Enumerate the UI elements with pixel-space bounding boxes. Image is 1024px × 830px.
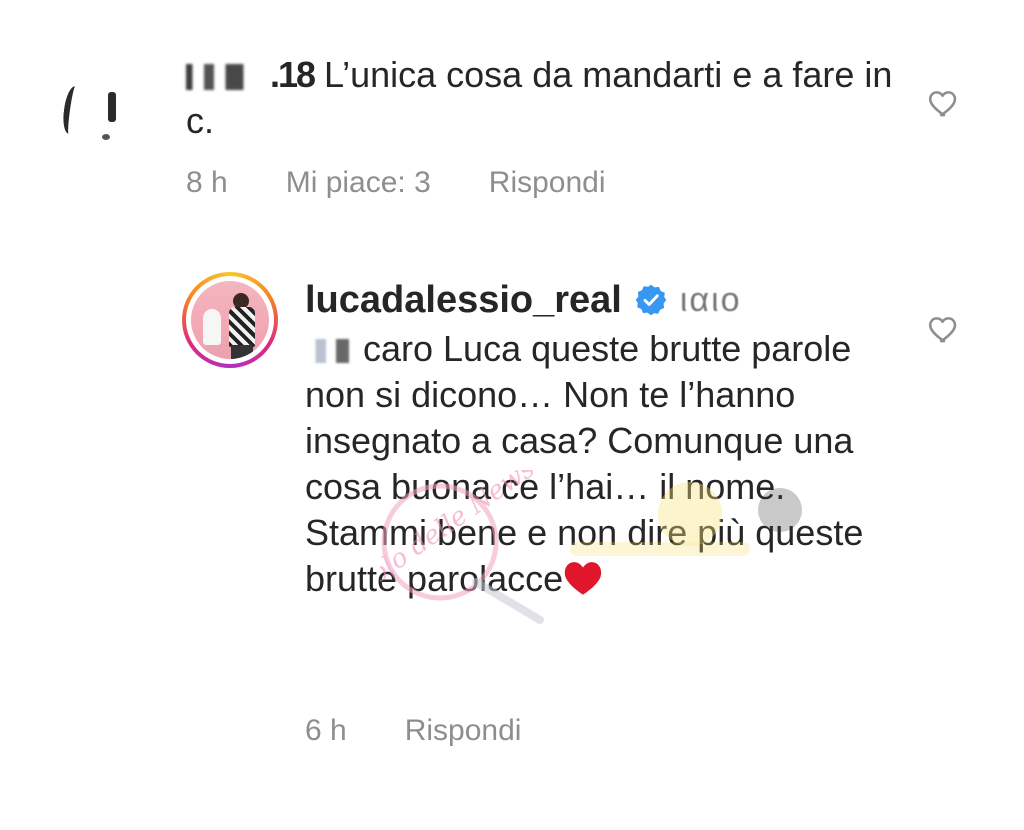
verified-badge-icon <box>635 284 667 316</box>
comment-header: lucadalessio_real ιαιο <box>305 276 742 324</box>
reply-button[interactable]: Rispondi <box>405 714 522 748</box>
comment-meta: 8 h Mi piace: 3 Rispondi <box>186 166 606 200</box>
avatar-story-ring[interactable] <box>182 272 278 368</box>
obscured-mention[interactable]: ιαιο <box>680 281 742 320</box>
reply-button[interactable]: Rispondi <box>489 166 606 200</box>
obscured-username[interactable]: .18 <box>186 54 316 95</box>
avatar <box>191 281 269 359</box>
avatar-fragment <box>102 134 110 140</box>
comment-body: caro Luca queste brutte parole non si di… <box>305 326 905 602</box>
heart-outline-icon[interactable] <box>927 86 961 120</box>
comment-2: lucadalessio_real ιαιο caro Luca queste … <box>0 240 1024 830</box>
avatar-fragment <box>60 85 84 135</box>
heart-outline-icon[interactable] <box>927 312 961 346</box>
avatar-fragment <box>108 92 116 122</box>
red-heart-emoji <box>564 562 602 595</box>
obscured-mention-tail <box>305 339 357 363</box>
timestamp: 6 h <box>305 714 347 747</box>
comment-1: .18 L’unica cosa da mandarti e a fare in… <box>0 0 1024 240</box>
comment-text: caro Luca queste brutte parole non si di… <box>305 328 864 599</box>
likes-count[interactable]: Mi piace: 3 <box>286 166 431 200</box>
comment-text: .18 L’unica cosa da mandarti e a fare in… <box>186 54 893 141</box>
username[interactable]: lucadalessio_real <box>305 279 622 322</box>
comment-body: .18 L’unica cosa da mandarti e a fare in… <box>186 52 906 144</box>
comment-meta: 6 h Rispondi <box>305 714 521 748</box>
avatar[interactable] <box>56 68 136 148</box>
timestamp: 8 h <box>186 166 228 199</box>
